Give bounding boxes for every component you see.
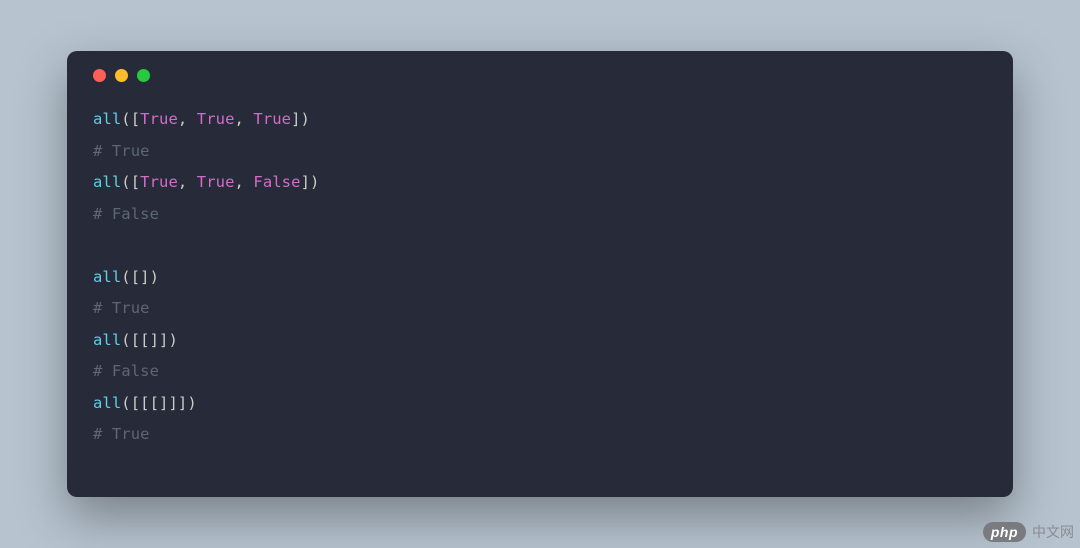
- code-token-kw: True: [140, 110, 178, 128]
- minimize-icon[interactable]: [115, 69, 128, 82]
- code-token-kw: True: [253, 110, 291, 128]
- code-token-fn: all: [93, 394, 121, 412]
- code-token-comma: ,: [178, 110, 197, 128]
- code-line: all([[]]): [93, 325, 987, 357]
- watermark-badge: php: [983, 522, 1026, 542]
- code-token-comma: ,: [178, 173, 197, 191]
- code-line: # False: [93, 199, 987, 231]
- code-comment: # True: [93, 425, 150, 443]
- code-token-bracket: ([[]]): [121, 331, 178, 349]
- code-window: all([True, True, True])# Trueall([True, …: [67, 51, 1013, 497]
- code-token-fn: all: [93, 173, 121, 191]
- code-token-fn: all: [93, 110, 121, 128]
- code-block: all([True, True, True])# Trueall([True, …: [93, 104, 987, 451]
- window-controls: [93, 69, 987, 82]
- code-comment: # True: [93, 142, 150, 160]
- code-token-kw: True: [140, 173, 178, 191]
- code-token-comma: ,: [235, 173, 254, 191]
- code-token-kw: True: [197, 173, 235, 191]
- close-icon[interactable]: [93, 69, 106, 82]
- code-comment: # False: [93, 362, 159, 380]
- code-line: # True: [93, 419, 987, 451]
- code-line: # True: [93, 293, 987, 325]
- maximize-icon[interactable]: [137, 69, 150, 82]
- code-line: all([True, True, True]): [93, 104, 987, 136]
- code-token-bracket: ([[[]]]): [121, 394, 196, 412]
- code-line: all([[[]]]): [93, 388, 987, 420]
- code-token-fn: all: [93, 331, 121, 349]
- code-token-kw: False: [253, 173, 300, 191]
- code-line: # False: [93, 356, 987, 388]
- code-token-bracket: ([: [121, 173, 140, 191]
- code-token-comma: ,: [235, 110, 254, 128]
- watermark: php 中文网: [983, 522, 1074, 542]
- code-line: # True: [93, 136, 987, 168]
- code-comment: # True: [93, 299, 150, 317]
- code-token-bracket: ]): [291, 110, 310, 128]
- code-token-fn: all: [93, 268, 121, 286]
- code-line: all([True, True, False]): [93, 167, 987, 199]
- code-token-bracket: ([]): [121, 268, 159, 286]
- code-token-bracket: ]): [301, 173, 320, 191]
- code-token-kw: True: [197, 110, 235, 128]
- code-token-bracket: ([: [121, 110, 140, 128]
- code-comment: # False: [93, 205, 159, 223]
- watermark-text: 中文网: [1032, 522, 1074, 542]
- code-line: all([]): [93, 262, 987, 294]
- code-line: [93, 230, 987, 262]
